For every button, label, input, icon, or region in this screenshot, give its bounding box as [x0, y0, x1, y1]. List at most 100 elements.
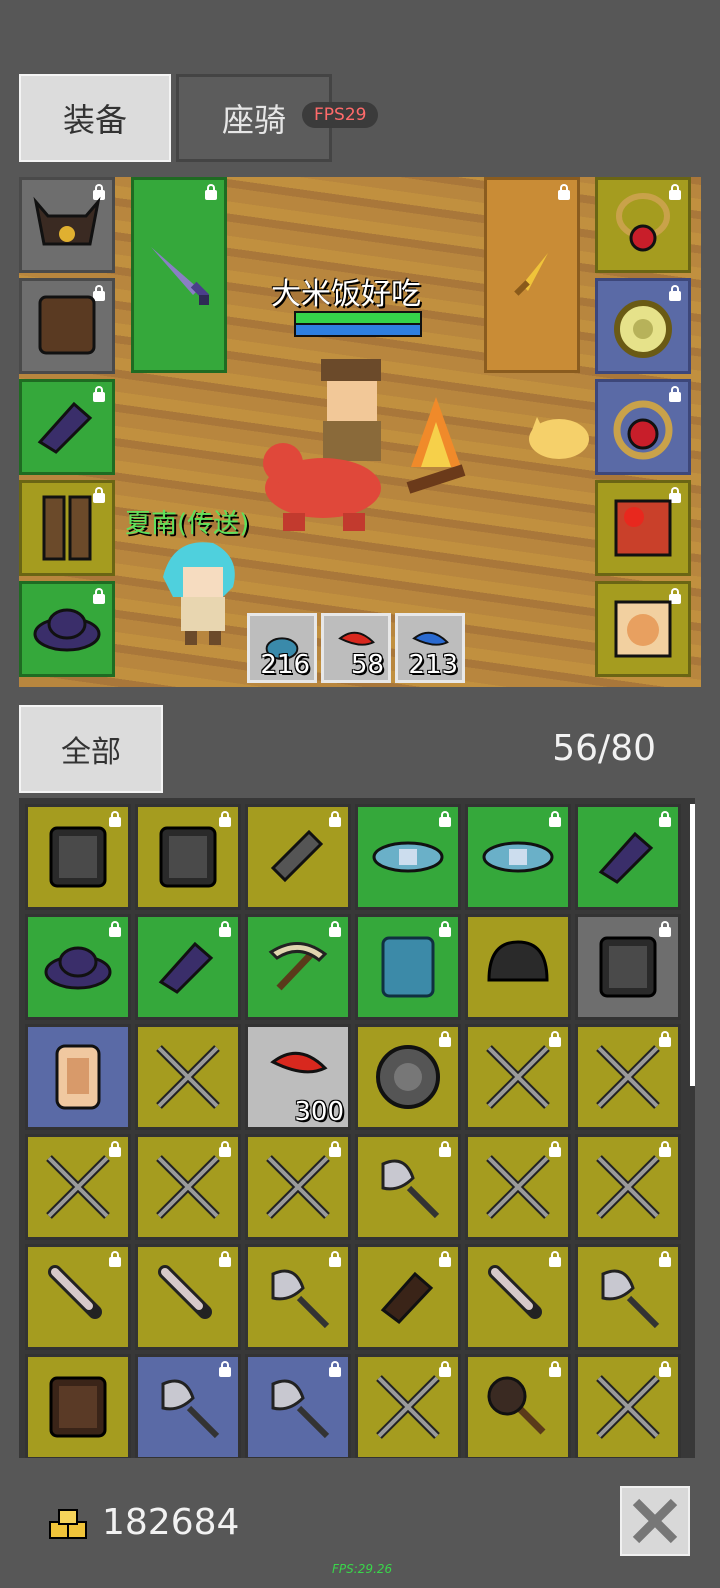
inventory-item[interactable] — [25, 914, 131, 1020]
blue-belt-icon — [372, 841, 444, 873]
leather-armor-icon — [38, 295, 96, 355]
inventory-item[interactable] — [575, 1134, 681, 1240]
inventory-item[interactable] — [135, 1244, 241, 1350]
inventory-item[interactable] — [355, 1354, 461, 1458]
inventory-item[interactable] — [355, 804, 461, 910]
weapon-slot[interactable] — [131, 177, 227, 373]
quick-slot-2[interactable]: 58 — [321, 613, 391, 683]
blue-armor-icon — [381, 936, 435, 998]
purple-gloves-icon — [37, 401, 93, 454]
equip-slot-left-5[interactable] — [19, 581, 115, 677]
inventory-item[interactable] — [25, 804, 131, 910]
npc-name-label: 夏南(传送) — [125, 509, 250, 539]
inventory-item[interactable] — [245, 1134, 351, 1240]
inventory-item[interactable] — [135, 804, 241, 910]
chain-gauntlet-icon — [270, 829, 324, 883]
equip-slot-right-4[interactable] — [595, 480, 691, 576]
close-button[interactable] — [620, 1486, 690, 1556]
equip-slot-right-5[interactable] — [595, 581, 691, 677]
tab-equipment[interactable]: 装备 — [19, 74, 171, 162]
lock-icon — [204, 184, 218, 200]
leather-boots-icon — [42, 495, 92, 561]
item-count: 58 — [350, 650, 384, 680]
equip-slot-left-4[interactable] — [19, 480, 115, 576]
inventory-item[interactable]: 300 — [245, 1024, 351, 1130]
scroll-icon — [55, 1044, 101, 1110]
crossed-spears-icon — [46, 1155, 110, 1219]
crossed-spears-icon — [156, 1045, 220, 1109]
inventory-item[interactable] — [25, 1024, 131, 1130]
equip-slot-left-2[interactable] — [19, 278, 115, 374]
gold-coin-icon — [49, 1509, 87, 1539]
quick-slot-3[interactable]: 213 — [395, 613, 465, 683]
inventory-item[interactable] — [245, 804, 351, 910]
dagger-icon — [158, 1265, 212, 1319]
inventory-item[interactable] — [245, 914, 351, 1020]
inventory-item[interactable] — [465, 1244, 571, 1350]
inventory-item[interactable] — [355, 914, 461, 1020]
purple-hat-icon — [44, 946, 112, 990]
gold-amount: 182684 — [102, 1502, 240, 1543]
dark-chestplate-icon — [49, 826, 107, 888]
dagger-icon — [488, 1265, 542, 1319]
equip-slot-left-1[interactable] — [19, 177, 115, 273]
crossed-spears-icon — [156, 1155, 220, 1219]
inventory-scrollbar[interactable] — [690, 804, 695, 1086]
blue-belt-icon — [482, 841, 554, 873]
inventory-item[interactable] — [25, 1354, 131, 1458]
dark-chestplate-icon — [159, 826, 217, 888]
inventory-item[interactable] — [135, 1134, 241, 1240]
inventory-item[interactable] — [25, 1244, 131, 1350]
crossed-spears-icon — [376, 1375, 440, 1439]
brown-gloves-icon — [380, 1271, 434, 1325]
crossed-spears-icon — [486, 1155, 550, 1219]
equip-slot-right-2[interactable] — [595, 278, 691, 374]
inventory-item[interactable] — [465, 914, 571, 1020]
inventory-item[interactable] — [575, 1024, 681, 1130]
inventory-item[interactable] — [135, 914, 241, 1020]
inventory-grid[interactable]: 300 — [19, 798, 695, 1458]
equip-slot-right-3[interactable] — [595, 379, 691, 475]
rose-book-icon — [614, 499, 672, 557]
inventory-item[interactable] — [575, 1244, 681, 1350]
inventory-item[interactable] — [355, 1024, 461, 1130]
inventory-item[interactable] — [575, 914, 681, 1020]
purple-hat-icon — [33, 608, 101, 652]
dark-chestplate-icon — [599, 936, 657, 998]
inventory-item[interactable] — [135, 1354, 241, 1458]
inventory-item[interactable] — [245, 1244, 351, 1350]
cat-pet-card-icon — [614, 600, 672, 658]
equip-slot-left-3[interactable] — [19, 379, 115, 475]
filter-all-button[interactable]: 全部 — [19, 705, 163, 793]
crossed-spears-icon — [596, 1045, 660, 1109]
equip-slot-right-1[interactable] — [595, 177, 691, 273]
gold-ring-icon — [614, 300, 672, 358]
lock-icon — [557, 184, 571, 200]
inventory-item[interactable] — [575, 804, 681, 910]
inventory-item[interactable] — [355, 1134, 461, 1240]
inventory-item[interactable] — [465, 1134, 571, 1240]
item-count: 300 — [294, 1097, 344, 1127]
inventory-item[interactable] — [465, 1354, 571, 1458]
inventory-item[interactable] — [465, 804, 571, 910]
inventory-item[interactable] — [135, 1024, 241, 1130]
ruby-ring-icon — [613, 400, 673, 460]
close-icon — [632, 1498, 678, 1544]
fps-footer: FPS:29.26 — [332, 1562, 393, 1576]
mace-icon — [487, 1376, 546, 1435]
offhand-slot[interactable] — [484, 177, 580, 373]
axe-icon — [601, 1269, 660, 1329]
quick-slot-1[interactable]: 216 — [247, 613, 317, 683]
crossed-spears-icon — [596, 1155, 660, 1219]
crossed-spears-icon — [596, 1375, 660, 1439]
inventory-item[interactable] — [25, 1134, 131, 1240]
player-name: 大米饭好吃 — [271, 277, 421, 312]
npc-sprite — [163, 542, 235, 645]
inventory-item[interactable] — [465, 1024, 571, 1130]
inventory-item[interactable] — [575, 1354, 681, 1458]
iron-helmet-icon — [487, 940, 549, 982]
inventory-item[interactable] — [355, 1244, 461, 1350]
inventory-item[interactable] — [245, 1354, 351, 1458]
crossed-spears-icon — [266, 1155, 330, 1219]
fox-pet-sprite — [529, 417, 589, 459]
